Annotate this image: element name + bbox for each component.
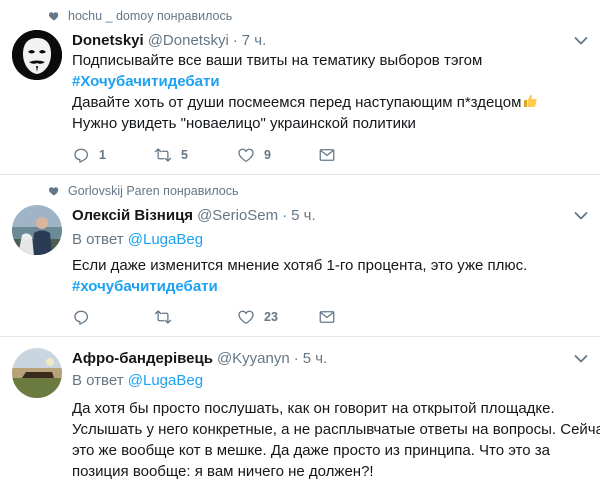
like-count: 23	[264, 310, 278, 324]
anonymous-mask-icon	[12, 30, 62, 80]
thumbs-up-emoji-icon	[524, 94, 538, 107]
reply-prefix: В ответ	[72, 231, 124, 248]
reply-button[interactable]	[72, 308, 90, 326]
like-button[interactable]: 23	[237, 308, 278, 326]
reply-context: В ответ @LugaBeg	[72, 231, 203, 248]
mention-link[interactable]: @LugaBeg	[128, 231, 203, 248]
tweet-3[interactable]: Афро-бандерівець @Kyyanyn · 5 ч. В ответ…	[0, 337, 600, 492]
heart-icon	[48, 12, 59, 21]
like-count: 9	[264, 148, 271, 162]
direct-message-button[interactable]	[318, 308, 336, 326]
social-context: hochu _ domoy понравилось	[48, 6, 232, 26]
tweet-header: Donetskyi @Donetskyi · 7 ч.	[72, 29, 266, 51]
tweet-text: Если даже изменится мнение хотяб 1-го пр…	[72, 255, 527, 297]
chevron-down-icon[interactable]	[574, 36, 588, 46]
tweet-text-segment: Давайте хоть от души посмеемся перед нас…	[72, 94, 522, 111]
separator-dot: ·	[282, 206, 288, 224]
tweet-header: Афро-бандерівець @Kyyanyn · 5 ч.	[72, 347, 327, 369]
tweet-text-line: Нужно увидеть "новаелицо" украинской пол…	[72, 115, 416, 132]
chevron-down-icon[interactable]	[574, 211, 588, 221]
avatar[interactable]	[12, 205, 62, 255]
retweet-icon	[154, 148, 172, 162]
author-name[interactable]: Donetskyi	[72, 32, 144, 49]
reply-icon	[74, 310, 89, 325]
timestamp[interactable]: 5 ч.	[291, 207, 316, 224]
author-name[interactable]: Афро-бандерівець	[72, 350, 213, 367]
hashtag-link[interactable]: #хочубачитидебати	[72, 276, 527, 297]
retweet-button[interactable]: 5	[154, 146, 188, 164]
profile-photo	[12, 348, 62, 398]
tweet-text: Да хотя бы просто послушать, как он гово…	[72, 398, 600, 482]
separator-dot: ·	[232, 31, 238, 49]
avatar[interactable]	[12, 30, 62, 80]
retweet-count: 5	[181, 148, 188, 162]
timestamp[interactable]: 5 ч.	[303, 350, 328, 367]
heart-icon	[48, 187, 59, 196]
tweet-text-line: Если даже изменится мнение хотяб 1-го пр…	[72, 257, 528, 274]
timestamp[interactable]: 7 ч.	[242, 32, 267, 49]
mention-link[interactable]: @LugaBeg	[128, 372, 203, 389]
hashtag-link[interactable]: #Хочубачитидебати	[72, 71, 538, 92]
tweet-text-line: Да хотя бы просто послушать, как он гово…	[72, 400, 555, 417]
retweet-button[interactable]	[154, 308, 172, 326]
envelope-icon	[319, 311, 335, 323]
tweet-text-line: это же вообще кот в мешке. Да даже прост…	[72, 442, 550, 459]
social-context: Gorlovskij Paren понравилось	[48, 181, 238, 201]
tweet-header: Олексій Візниця @SerioSem · 5 ч.	[72, 204, 316, 226]
separator-dot: ·	[293, 349, 299, 367]
author-handle[interactable]: @Kyyanyn	[217, 350, 290, 367]
reply-icon	[74, 148, 89, 163]
avatar[interactable]	[12, 348, 62, 398]
social-context-text[interactable]: hochu _ domoy понравилось	[68, 9, 232, 23]
direct-message-button[interactable]	[318, 146, 336, 164]
tweet-text-line: Давайте хоть от души посмеемся перед нас…	[72, 92, 538, 113]
tweet-1[interactable]: hochu _ domoy понравилось Donetskyi @Don…	[0, 0, 600, 172]
author-name[interactable]: Олексій Візниця	[72, 207, 193, 224]
author-handle[interactable]: @SerioSem	[197, 207, 278, 224]
envelope-icon	[319, 149, 335, 161]
profile-photo	[12, 205, 62, 255]
social-context-text[interactable]: Gorlovskij Paren понравилось	[68, 184, 238, 198]
heart-outline-icon	[238, 310, 254, 325]
reply-context: В ответ @LugaBeg	[72, 372, 203, 389]
reply-count: 1	[99, 148, 106, 162]
chevron-down-icon[interactable]	[574, 354, 588, 364]
reply-prefix: В ответ	[72, 372, 124, 389]
tweet-text-line: позиция вообще: я вам ничего не должен?!	[72, 463, 374, 480]
tweet-text: Подписывайте все ваши твиты на тематику …	[72, 50, 538, 134]
retweet-icon	[154, 310, 172, 324]
tweet-text-line: Подписывайте все ваши твиты на тематику …	[72, 52, 483, 69]
tweet-text-line: Услышать у него конкретные, а не расплыв…	[72, 421, 600, 438]
like-button[interactable]: 9	[237, 146, 271, 164]
heart-outline-icon	[238, 148, 254, 163]
reply-button[interactable]: 1	[72, 146, 106, 164]
tweet-2[interactable]: Gorlovskij Paren понравилось Олексій Віз…	[0, 175, 600, 335]
author-handle[interactable]: @Donetskyi	[148, 32, 229, 49]
